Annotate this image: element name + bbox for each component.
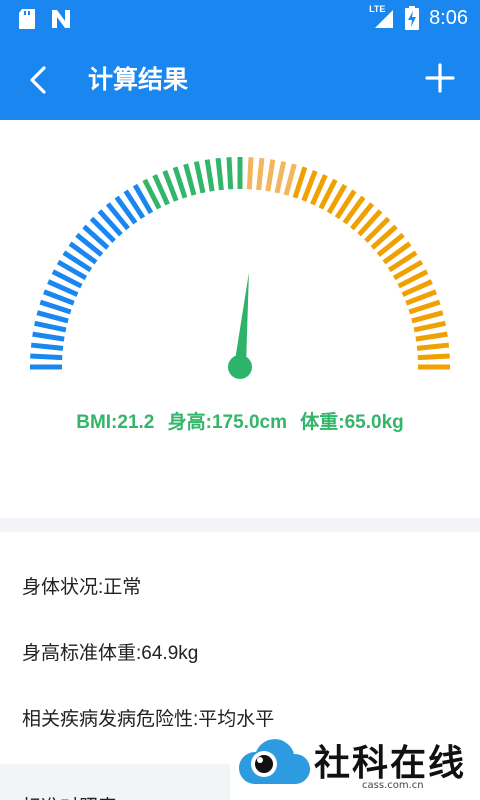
gauge-tick	[265, 159, 276, 192]
bmi-value: BMI:21.2	[76, 412, 155, 433]
n-notification-icon	[52, 10, 70, 28]
gauge-tick	[34, 320, 67, 333]
reference-table-section: 标准对照表	[0, 764, 240, 800]
gauge-tick	[411, 310, 444, 324]
plus-icon	[425, 63, 455, 93]
status-bar: LTE 8:06	[0, 0, 480, 38]
page-title: 计算结果	[88, 65, 189, 94]
gauge-tick	[416, 342, 450, 351]
gauge-tick	[215, 157, 224, 191]
gauge-tick	[193, 161, 206, 194]
gauge-tick	[183, 163, 197, 196]
gauge-tick	[292, 166, 308, 199]
gauge-needle	[234, 272, 249, 368]
gauge-tick	[36, 310, 69, 324]
gauge-tick	[39, 299, 72, 315]
reference-table-label: 标准对照表	[22, 792, 117, 800]
gauge-tick	[204, 159, 215, 192]
battery-charging-icon	[405, 6, 420, 30]
weight-value: 体重:65.0kg	[300, 412, 404, 433]
gauge-tick	[246, 157, 254, 190]
bmi-summary: BMI:21.2 身高:175.0cm 体重:65.0kg	[0, 407, 480, 434]
watermark-domain: cass.com.cn	[362, 780, 424, 791]
back-button[interactable]	[20, 60, 56, 100]
gauge-tick	[415, 331, 448, 342]
sd-card-icon	[19, 9, 35, 29]
gauge-tick	[256, 157, 265, 191]
gauge-tick	[226, 157, 234, 190]
gauge-tick	[172, 166, 188, 199]
body-condition: 身体状况:正常	[22, 577, 142, 598]
disease-risk: 相关疾病发病危险性:平均水平	[22, 709, 275, 730]
gauge-tick	[32, 331, 65, 342]
chevron-left-icon	[30, 66, 46, 94]
status-time: 8:06	[429, 6, 468, 29]
status-left-icons	[18, 8, 72, 30]
gauge-tick	[30, 342, 64, 351]
height-value: 身高:175.0cm	[167, 412, 287, 433]
gauge-tick	[408, 299, 441, 315]
cloud-eye-logo-icon	[239, 739, 310, 784]
gauge-tick	[413, 320, 446, 333]
status-right-icons: LTE 8:06	[369, 4, 468, 30]
watermark: 社科在线 cass.com.cn	[230, 728, 480, 800]
bmi-gauge	[30, 157, 450, 379]
gauge-tick	[274, 161, 287, 194]
section-divider	[0, 518, 480, 532]
gauge-tick	[283, 163, 297, 196]
watermark-text: 社科在线	[314, 742, 467, 784]
add-button[interactable]	[420, 58, 460, 98]
app-bar: 计算结果	[0, 38, 480, 120]
gauge-tick	[417, 353, 450, 361]
gauge-tick	[30, 353, 63, 361]
lte-signal-icon: LTE	[369, 4, 395, 30]
gauge-needle-hub	[228, 355, 252, 379]
bmi-gauge-section: BMI:21.2 身高:175.0cm 体重:65.0kg	[0, 120, 480, 518]
standard-weight: 身高标准体重:64.9kg	[22, 643, 199, 664]
